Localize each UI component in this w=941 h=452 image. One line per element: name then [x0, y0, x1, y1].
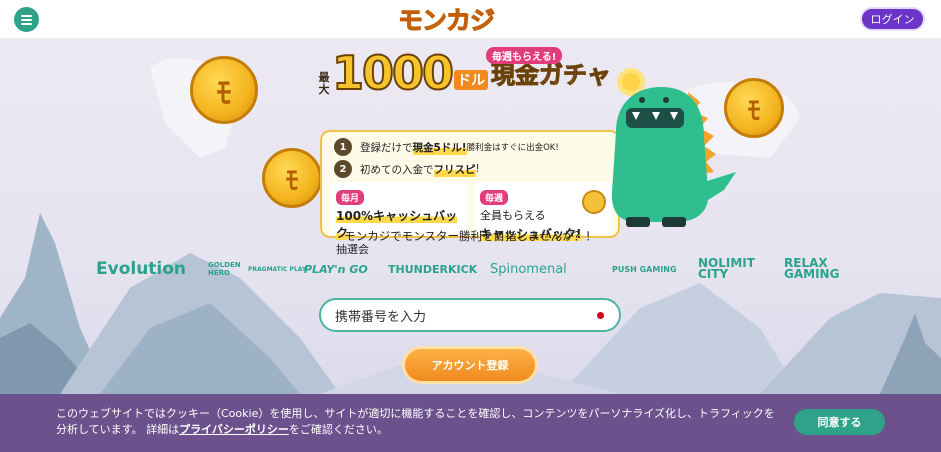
- provider-logo-nolimit-city: NOLIMIT CITY: [698, 256, 755, 281]
- step-highlight: フリスピ: [433, 161, 476, 177]
- provider-logo-pragmatic: PRAGMATIC PLAY: [248, 265, 307, 273]
- site-header: モンカジ ログイン: [0, 0, 941, 38]
- promo-card: 1 登録だけで 現金5ドル! 勝利金はすぐに出金OK! 2 初めての入金で フリ…: [320, 130, 620, 256]
- login-button[interactable]: ログイン: [860, 7, 925, 31]
- max-label: 最大: [318, 71, 330, 96]
- step-number: 2: [334, 160, 352, 178]
- cookie-text: このウェブサイトではクッキー（Cookie）を使用し、サイトが適切に機能すること…: [56, 407, 775, 436]
- provider-logo-golden-hero: GOLDEN HERO: [208, 261, 241, 277]
- provider-logo-thunderkick: THUNDERKICK: [388, 262, 478, 276]
- monthly-tag: 毎月: [336, 190, 365, 205]
- weekly-badge: 毎週もらえる!: [486, 47, 563, 64]
- provider-logo-push-gaming: PUSH GAMING: [612, 264, 677, 274]
- logo-text: モンカジ: [397, 6, 495, 36]
- japan-flag-icon[interactable]: [597, 312, 604, 319]
- weekly-tag: 毎週: [480, 190, 509, 205]
- tagline: モンカジでモンスター勝利を目指しませんか？！: [344, 229, 597, 243]
- coin-decoration-left-bottom: ﾓ: [262, 148, 322, 208]
- step-highlight: 現金5ドル!: [412, 139, 467, 155]
- provider-logo-relax-gaming: RELAX GAMING: [784, 256, 840, 281]
- provider-logo-evolution: Evolution: [96, 259, 187, 279]
- promo-amount: 1000: [331, 46, 455, 100]
- cookie-message: このウェブサイトではクッキー（Cookie）を使用し、サイトが適切に機能すること…: [56, 406, 776, 438]
- cookie-consent-bar: このウェブサイトではクッキー（Cookie）を使用し、サイトが適切に機能すること…: [0, 394, 941, 452]
- hamburger-menu-icon: [21, 14, 32, 25]
- register-account-button[interactable]: アカウント登録: [405, 349, 535, 381]
- cookie-text-end: をご確認ください。: [288, 423, 388, 436]
- step-number: 1: [334, 138, 352, 156]
- weekly-cashback-card: 毎週 全員もらえる キャッシュバック!: [474, 182, 612, 241]
- agree-button[interactable]: 同意する: [794, 409, 885, 435]
- provider-logo-spinomenal: Spinomenal: [490, 261, 567, 277]
- promo-step-2: 2 初めての入金で フリスピ !: [334, 160, 480, 178]
- step-text-2: 勝利金はすぐに出金OK!: [466, 143, 559, 153]
- privacy-policy-link[interactable]: プライバシーポリシー: [179, 423, 289, 436]
- phone-number-input[interactable]: 携帯番号を入力: [319, 298, 621, 332]
- step-text: 初めての入金で: [360, 163, 434, 176]
- promo-title: 最大 1000 ドル 現金ガチャ: [318, 44, 612, 100]
- phone-placeholder: 携帯番号を入力: [335, 309, 427, 325]
- step-text-2: !: [475, 163, 480, 175]
- menu-button[interactable]: [14, 7, 39, 32]
- provider-logo-playngo: PLAY'n GO: [304, 262, 368, 276]
- promo-step-1: 1 登録だけで 現金5ドル! 勝利金はすぐに出金OK!: [334, 138, 559, 156]
- monster-mascot: [611, 68, 736, 227]
- monthly-cashback-card: 毎月 100%キャッシュバック 抽選会: [330, 182, 468, 256]
- currency-label: ドル: [454, 70, 489, 90]
- coin-decoration-left: ﾓ: [190, 56, 258, 124]
- hero-section: ﾓ ﾓ ﾓ 最大 1000 ドル 現金ガチャ 毎週もらえる! 1 登録だけで 現…: [0, 38, 941, 394]
- site-logo[interactable]: モンカジ: [397, 2, 495, 36]
- step-text: 登録だけで: [360, 141, 413, 154]
